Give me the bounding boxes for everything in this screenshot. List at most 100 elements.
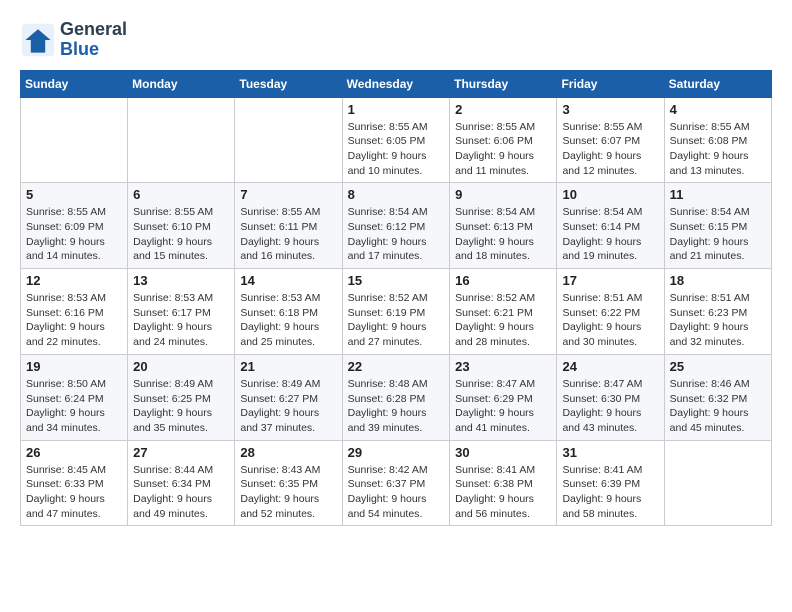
calendar-cell: 30Sunrise: 8:41 AM Sunset: 6:38 PM Dayli… <box>450 440 557 526</box>
day-info: Sunrise: 8:53 AM Sunset: 6:17 PM Dayligh… <box>133 291 229 350</box>
day-number: 20 <box>133 359 229 374</box>
calendar-cell: 9Sunrise: 8:54 AM Sunset: 6:13 PM Daylig… <box>450 183 557 269</box>
day-info: Sunrise: 8:49 AM Sunset: 6:27 PM Dayligh… <box>240 377 336 436</box>
day-number: 3 <box>562 102 658 117</box>
day-number: 16 <box>455 273 551 288</box>
calendar-cell: 4 Sunrise: 8:55 AM Sunset: 6:08 PM Daylig… <box>664 97 771 183</box>
day-info: Sunrise: 8:45 AM Sunset: 6:33 PM Dayligh… <box>26 463 122 522</box>
day-info: Sunrise: 8:55 AM Sunset: 6:11 PM Dayligh… <box>240 205 336 264</box>
day-info: Sunrise: 8:53 AM Sunset: 6:18 PM Dayligh… <box>240 291 336 350</box>
day-info: Sunrise: 8:55 AM Sunset: 6:10 PM Dayligh… <box>133 205 229 264</box>
calendar-week-row: 1 Sunrise: 8:55 AM Sunset: 6:05 PM Daylig… <box>21 97 772 183</box>
calendar-cell <box>21 97 128 183</box>
day-number: 30 <box>455 445 551 460</box>
calendar-week-row: 12 Sunrise: 8:53 AM Sunset: 6:16 PM Dayli… <box>21 269 772 355</box>
day-info: Sunrise: 8:51 AM Sunset: 6:22 PM Dayligh… <box>562 291 658 350</box>
weekday-header: Friday <box>557 70 664 97</box>
page-header: General Blue <box>20 20 772 60</box>
day-info: Sunrise: 8:55 AM Sunset: 6:06 PM Dayligh… <box>455 120 551 179</box>
day-info: Sunrise: 8:52 AM Sunset: 6:19 PM Dayligh… <box>348 291 445 350</box>
calendar-cell: 29Sunrise: 8:42 AM Sunset: 6:37 PM Dayli… <box>342 440 450 526</box>
day-number: 1 <box>348 102 445 117</box>
logo-icon <box>20 22 56 58</box>
calendar-cell: 31 Sunrise: 8:41 AM Sunset: 6:39 PM Dayli… <box>557 440 664 526</box>
day-number: 19 <box>26 359 122 374</box>
calendar-cell: 1 Sunrise: 8:55 AM Sunset: 6:05 PM Daylig… <box>342 97 450 183</box>
day-number: 22 <box>348 359 445 374</box>
calendar-cell: 20 Sunrise: 8:49 AM Sunset: 6:25 PM Dayli… <box>128 354 235 440</box>
day-number: 27 <box>133 445 229 460</box>
calendar-cell: 21 Sunrise: 8:49 AM Sunset: 6:27 PM Dayli… <box>235 354 342 440</box>
day-number: 5 <box>26 187 122 202</box>
day-number: 13 <box>133 273 229 288</box>
calendar-table: SundayMondayTuesdayWednesdayThursdayFrid… <box>20 70 772 527</box>
day-info: Sunrise: 8:47 AM Sunset: 6:30 PM Dayligh… <box>562 377 658 436</box>
day-number: 24 <box>562 359 658 374</box>
weekday-header: Saturday <box>664 70 771 97</box>
day-info: Sunrise: 8:41 AM Sunset: 6:39 PM Dayligh… <box>562 463 658 522</box>
calendar-cell: 2Sunrise: 8:55 AM Sunset: 6:06 PM Daylig… <box>450 97 557 183</box>
day-info: Sunrise: 8:54 AM Sunset: 6:12 PM Dayligh… <box>348 205 445 264</box>
day-info: Sunrise: 8:55 AM Sunset: 6:05 PM Dayligh… <box>348 120 445 179</box>
calendar-cell: 11 Sunrise: 8:54 AM Sunset: 6:15 PM Dayli… <box>664 183 771 269</box>
calendar-cell: 5 Sunrise: 8:55 AM Sunset: 6:09 PM Daylig… <box>21 183 128 269</box>
logo-line2: Blue <box>60 40 127 60</box>
calendar-cell <box>664 440 771 526</box>
calendar-cell <box>128 97 235 183</box>
calendar-cell: 8 Sunrise: 8:54 AM Sunset: 6:12 PM Daylig… <box>342 183 450 269</box>
day-info: Sunrise: 8:48 AM Sunset: 6:28 PM Dayligh… <box>348 377 445 436</box>
day-info: Sunrise: 8:54 AM Sunset: 6:14 PM Dayligh… <box>562 205 658 264</box>
calendar-week-row: 5 Sunrise: 8:55 AM Sunset: 6:09 PM Daylig… <box>21 183 772 269</box>
day-info: Sunrise: 8:47 AM Sunset: 6:29 PM Dayligh… <box>455 377 551 436</box>
day-number: 11 <box>670 187 766 202</box>
calendar-cell: 19Sunrise: 8:50 AM Sunset: 6:24 PM Dayli… <box>21 354 128 440</box>
day-number: 18 <box>670 273 766 288</box>
day-info: Sunrise: 8:54 AM Sunset: 6:15 PM Dayligh… <box>670 205 766 264</box>
calendar-week-row: 26 Sunrise: 8:45 AM Sunset: 6:33 PM Dayli… <box>21 440 772 526</box>
day-number: 23 <box>455 359 551 374</box>
day-info: Sunrise: 8:55 AM Sunset: 6:09 PM Dayligh… <box>26 205 122 264</box>
calendar-cell: 18 Sunrise: 8:51 AM Sunset: 6:23 PM Dayli… <box>664 269 771 355</box>
day-info: Sunrise: 8:46 AM Sunset: 6:32 PM Dayligh… <box>670 377 766 436</box>
day-info: Sunrise: 8:49 AM Sunset: 6:25 PM Dayligh… <box>133 377 229 436</box>
day-number: 10 <box>562 187 658 202</box>
day-number: 4 <box>670 102 766 117</box>
day-info: Sunrise: 8:43 AM Sunset: 6:35 PM Dayligh… <box>240 463 336 522</box>
day-number: 6 <box>133 187 229 202</box>
day-info: Sunrise: 8:53 AM Sunset: 6:16 PM Dayligh… <box>26 291 122 350</box>
day-number: 21 <box>240 359 336 374</box>
logo-line1: General <box>60 20 127 40</box>
calendar-cell: 23 Sunrise: 8:47 AM Sunset: 6:29 PM Dayli… <box>450 354 557 440</box>
day-info: Sunrise: 8:51 AM Sunset: 6:23 PM Dayligh… <box>670 291 766 350</box>
calendar-cell <box>235 97 342 183</box>
day-number: 9 <box>455 187 551 202</box>
calendar-cell: 15Sunrise: 8:52 AM Sunset: 6:19 PM Dayli… <box>342 269 450 355</box>
weekday-header: Sunday <box>21 70 128 97</box>
day-info: Sunrise: 8:55 AM Sunset: 6:07 PM Dayligh… <box>562 120 658 179</box>
day-number: 26 <box>26 445 122 460</box>
calendar-cell: 7 Sunrise: 8:55 AM Sunset: 6:11 PM Daylig… <box>235 183 342 269</box>
day-number: 29 <box>348 445 445 460</box>
day-number: 7 <box>240 187 336 202</box>
calendar-cell: 13 Sunrise: 8:53 AM Sunset: 6:17 PM Dayli… <box>128 269 235 355</box>
day-info: Sunrise: 8:52 AM Sunset: 6:21 PM Dayligh… <box>455 291 551 350</box>
logo: General Blue <box>20 20 127 60</box>
calendar-cell: 16 Sunrise: 8:52 AM Sunset: 6:21 PM Dayli… <box>450 269 557 355</box>
calendar-week-row: 19Sunrise: 8:50 AM Sunset: 6:24 PM Dayli… <box>21 354 772 440</box>
day-number: 12 <box>26 273 122 288</box>
weekday-header: Wednesday <box>342 70 450 97</box>
calendar-cell: 6 Sunrise: 8:55 AM Sunset: 6:10 PM Daylig… <box>128 183 235 269</box>
calendar-cell: 10 Sunrise: 8:54 AM Sunset: 6:14 PM Dayli… <box>557 183 664 269</box>
weekday-header: Monday <box>128 70 235 97</box>
calendar-cell: 14Sunrise: 8:53 AM Sunset: 6:18 PM Dayli… <box>235 269 342 355</box>
day-number: 8 <box>348 187 445 202</box>
day-number: 25 <box>670 359 766 374</box>
calendar-cell: 26 Sunrise: 8:45 AM Sunset: 6:33 PM Dayli… <box>21 440 128 526</box>
calendar-cell: 17 Sunrise: 8:51 AM Sunset: 6:22 PM Dayli… <box>557 269 664 355</box>
calendar-cell: 28Sunrise: 8:43 AM Sunset: 6:35 PM Dayli… <box>235 440 342 526</box>
day-info: Sunrise: 8:55 AM Sunset: 6:08 PM Dayligh… <box>670 120 766 179</box>
calendar-cell: 3 Sunrise: 8:55 AM Sunset: 6:07 PM Daylig… <box>557 97 664 183</box>
day-number: 31 <box>562 445 658 460</box>
day-number: 17 <box>562 273 658 288</box>
calendar-cell: 22 Sunrise: 8:48 AM Sunset: 6:28 PM Dayli… <box>342 354 450 440</box>
